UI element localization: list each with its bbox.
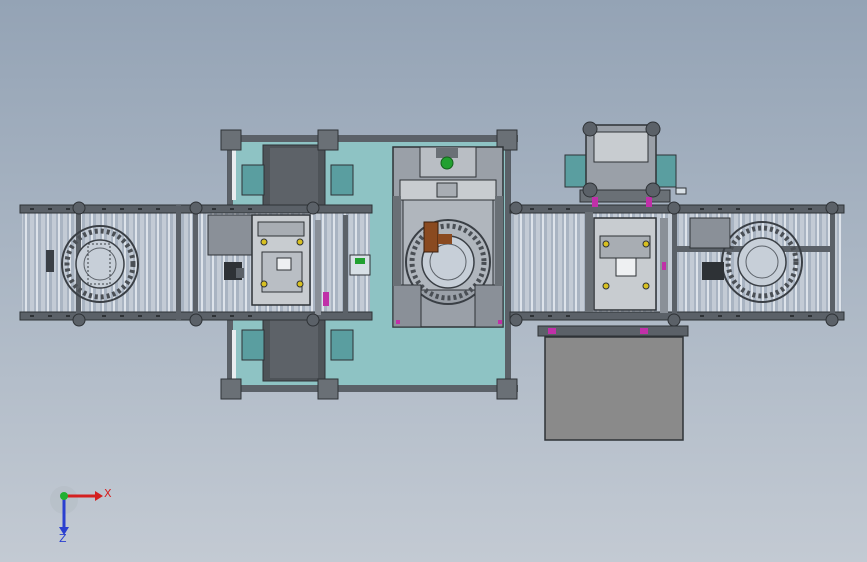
corner-post [496, 378, 518, 400]
teal-block-top-right [330, 164, 354, 196]
cabinet-body [544, 336, 684, 441]
y-axis-dot [60, 492, 68, 500]
x-axis-label: X [104, 487, 112, 500]
right-post [830, 205, 835, 320]
brown-clamp [423, 221, 439, 253]
corner-post [317, 378, 339, 400]
center-frame-top-rail [222, 135, 518, 142]
center-frame-right-post [505, 140, 510, 388]
teal-block-bot-left [241, 329, 265, 361]
left-conveyor [19, 201, 373, 327]
white-strip-left-bottom [232, 330, 236, 380]
right-motor-unit [564, 121, 687, 207]
z-axis-label: Z [59, 532, 67, 545]
right-conveyor [509, 121, 845, 327]
center-frame-bottom-rail [222, 385, 518, 392]
corner-post [220, 378, 242, 400]
left-post [176, 205, 181, 320]
teal-block-bot-right [330, 329, 354, 361]
white-strip-left-top [232, 150, 236, 200]
green-indicator [440, 156, 454, 170]
teal-block-top-left [241, 164, 265, 196]
cabinet-top-strip [537, 325, 689, 337]
corner-post [317, 129, 339, 151]
axis-triad: X Z [50, 486, 112, 545]
cad-assembly-view: X Z [19, 121, 845, 545]
x-axis-arrowhead [95, 491, 103, 501]
left-mount-plate [207, 214, 257, 256]
press-unit [392, 146, 504, 328]
right-station-block [585, 212, 668, 313]
control-cabinet [537, 325, 689, 441]
corner-post [220, 129, 242, 151]
left-post [193, 205, 198, 320]
right-post [672, 205, 677, 320]
